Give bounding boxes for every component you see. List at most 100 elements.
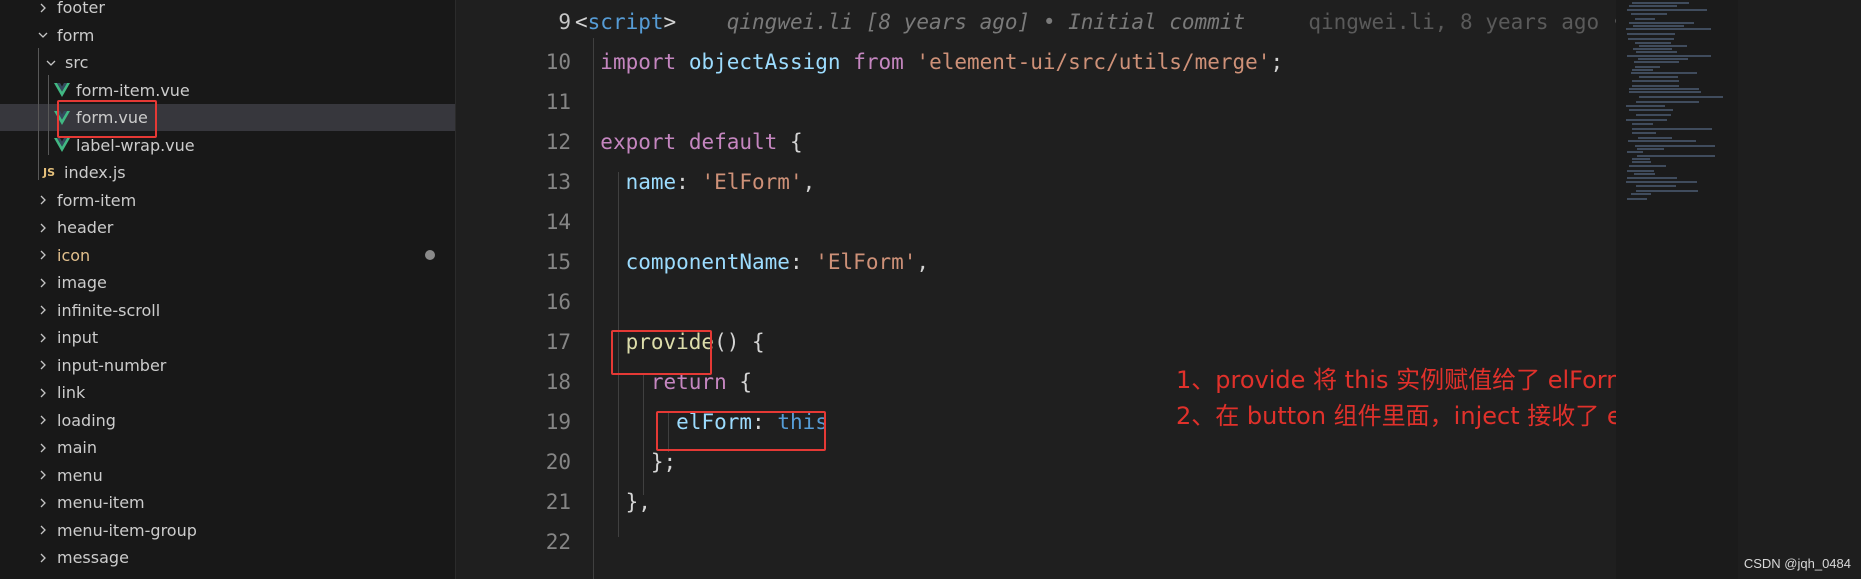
tree-item-input-number[interactable]: input-number bbox=[0, 352, 455, 379]
minimap-line bbox=[1631, 193, 1651, 195]
minimap-line bbox=[1634, 173, 1655, 175]
minimap-line bbox=[1632, 128, 1712, 130]
tree-item-menu[interactable]: menu bbox=[0, 462, 455, 489]
code-editor[interactable]: 9 10 11 12 13 14 15 16 17 18 19 20 21 22 <script> qin… bbox=[456, 0, 1738, 579]
tree-item-loading[interactable]: loading bbox=[0, 407, 455, 434]
minimap-line bbox=[1638, 58, 1688, 60]
line-number: 11 bbox=[545, 90, 571, 114]
code-token: ; bbox=[1270, 50, 1284, 74]
minimap-line bbox=[1639, 96, 1723, 98]
minimap[interactable] bbox=[1616, 0, 1738, 579]
code-line[interactable]: <script> qingwei.li [8 years ago] • Init… bbox=[575, 10, 1738, 34]
chevron-down-icon[interactable] bbox=[36, 28, 50, 42]
tree-item-label-wrap-vue[interactable]: label-wrap.vue bbox=[0, 132, 455, 159]
line-number: 17 bbox=[545, 330, 571, 354]
minimap-line bbox=[1635, 42, 1671, 44]
chevron-down-icon[interactable] bbox=[44, 56, 58, 70]
code-token: }; bbox=[650, 450, 677, 474]
tree-item-label: menu bbox=[57, 465, 103, 485]
minimap-line bbox=[1632, 132, 1656, 134]
chevron-right-icon[interactable] bbox=[36, 193, 50, 207]
code-token: this bbox=[777, 410, 828, 434]
tree-item-label: form bbox=[57, 25, 95, 45]
tree-item-main[interactable]: main bbox=[0, 434, 455, 461]
code-token: script bbox=[587, 10, 664, 34]
chevron-right-icon[interactable] bbox=[36, 468, 50, 482]
minimap-line bbox=[1636, 51, 1677, 53]
minimap-line bbox=[1626, 181, 1697, 183]
chevron-right-icon[interactable] bbox=[36, 248, 50, 262]
tree-item-form-item[interactable]: form-item bbox=[0, 187, 455, 214]
tree-item-footer[interactable]: footer bbox=[0, 0, 455, 21]
tree-item-label: image bbox=[57, 273, 107, 292]
code-line[interactable]: componentName: 'ElForm', bbox=[575, 250, 929, 274]
code-line[interactable]: }; bbox=[575, 450, 676, 474]
code-line[interactable]: }, bbox=[575, 490, 651, 514]
code-line[interactable]: return { bbox=[575, 370, 752, 394]
code-line[interactable]: elForm: this bbox=[575, 410, 828, 434]
chevron-right-icon[interactable] bbox=[36, 1, 50, 15]
tree-item-message[interactable]: message bbox=[0, 544, 455, 571]
chevron-right-icon[interactable] bbox=[36, 413, 50, 427]
tree-item-image[interactable]: image bbox=[0, 269, 455, 296]
tree-item-menu-item-group[interactable]: menu-item-group bbox=[0, 517, 455, 544]
chevron-right-icon[interactable] bbox=[36, 441, 50, 455]
line-number-gutter: 9 10 11 12 13 14 15 16 17 18 19 20 21 22 bbox=[456, 0, 571, 579]
line-number: 18 bbox=[545, 370, 571, 394]
line-number: 12 bbox=[545, 130, 571, 154]
tree-item-header[interactable]: header bbox=[0, 214, 455, 241]
tree-item-infinite-scroll[interactable]: infinite-scroll bbox=[0, 297, 455, 324]
code-line[interactable]: export default { bbox=[575, 130, 803, 154]
chevron-right-icon[interactable] bbox=[36, 358, 50, 372]
minimap-line bbox=[1633, 25, 1684, 27]
code-line[interactable]: name: 'ElForm', bbox=[575, 170, 816, 194]
minimap-line bbox=[1627, 198, 1647, 200]
code-token: { bbox=[777, 130, 803, 154]
code-token: () { bbox=[714, 330, 765, 354]
tree-item-icon[interactable]: icon bbox=[0, 242, 455, 269]
code-token: return bbox=[650, 370, 727, 394]
chevron-right-icon[interactable] bbox=[36, 496, 50, 510]
tree-item-index-js[interactable]: JS index.js bbox=[0, 159, 455, 186]
chevron-right-icon[interactable] bbox=[36, 551, 50, 565]
code-line[interactable]: provide() { bbox=[575, 330, 765, 354]
code-token: export bbox=[600, 130, 677, 154]
tree-item-label: icon bbox=[57, 245, 91, 265]
tree-item-menu-item[interactable]: menu-item bbox=[0, 489, 455, 516]
chevron-right-icon[interactable] bbox=[36, 303, 50, 317]
code-area[interactable]: <script> qingwei.li [8 years ago] • Init… bbox=[575, 0, 1726, 579]
chevron-right-icon[interactable] bbox=[36, 331, 50, 345]
code-token: : bbox=[676, 170, 702, 194]
minimap-line bbox=[1632, 85, 1679, 87]
tree-item-form-vue[interactable]: form.vue bbox=[0, 104, 455, 131]
tree-item-input[interactable]: input bbox=[0, 324, 455, 351]
tree-item-form-item-vue[interactable]: form-item.vue bbox=[0, 77, 455, 104]
line-number: 15 bbox=[545, 250, 571, 274]
minimap-line bbox=[1626, 105, 1665, 107]
chevron-right-icon[interactable] bbox=[36, 221, 50, 235]
minimap-line bbox=[1635, 66, 1660, 68]
tree-item-src[interactable]: src bbox=[0, 49, 455, 76]
code-token: 'ElForm' bbox=[815, 250, 917, 274]
tree-item-link[interactable]: link bbox=[0, 379, 455, 406]
tree-item-form[interactable]: form bbox=[0, 22, 455, 49]
chevron-right-icon[interactable] bbox=[36, 276, 50, 290]
minimap-line bbox=[1627, 177, 1677, 179]
minimap-line bbox=[1637, 155, 1715, 157]
minimap-line bbox=[1627, 33, 1675, 35]
code-token: 'element-ui/src/utils/merge' bbox=[916, 50, 1271, 74]
line-number: 16 bbox=[545, 290, 571, 314]
chevron-right-icon[interactable] bbox=[36, 386, 50, 400]
line-number: 10 bbox=[545, 50, 571, 74]
tree-item-label: infinite-scroll bbox=[57, 300, 161, 320]
chevron-right-icon[interactable] bbox=[36, 523, 50, 537]
minimap-line bbox=[1639, 45, 1687, 47]
tree-item-label: loading bbox=[57, 410, 116, 430]
code-line[interactable]: import objectAssign from 'element-ui/src… bbox=[575, 50, 1283, 74]
line-number: 9 bbox=[558, 10, 571, 34]
